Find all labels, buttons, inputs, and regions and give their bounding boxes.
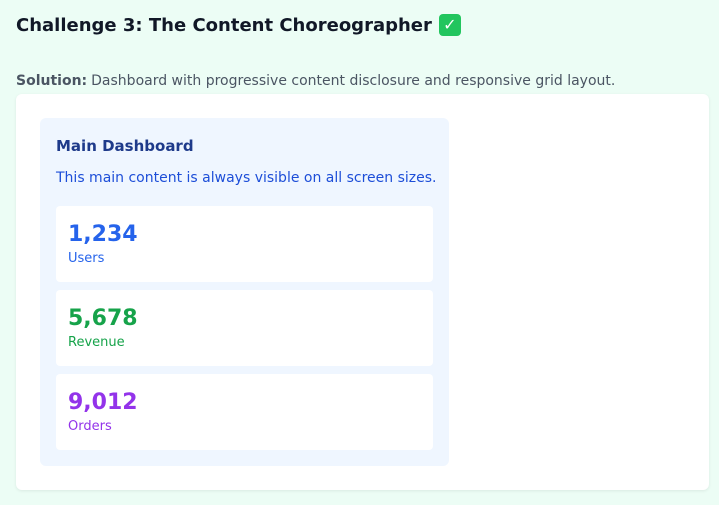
check-mark-icon: ✓ (438, 14, 461, 36)
solution-label: Solution: (16, 73, 88, 89)
solution-text: Dashboard with progressive content discl… (91, 73, 616, 89)
solution-description: Solution: Dashboard with progressive con… (16, 72, 615, 90)
dashboard-title: Main Dashboard (56, 137, 194, 155)
stat-label: Orders (68, 419, 112, 434)
stat-card-orders: 9,012 Orders (56, 374, 433, 450)
page: Challenge 3: The Content Choreographer ✓… (0, 0, 719, 505)
challenge-title: Challenge 3: The Content Choreographer ✓ (16, 10, 709, 40)
stat-value: 9,012 (68, 390, 138, 415)
stat-value: 1,234 (68, 222, 138, 247)
main-dashboard-panel: Main Dashboard This main content is alwa… (40, 118, 449, 466)
challenge-title-text: Challenge 3: The Content Choreographer (16, 14, 432, 36)
stat-value: 5,678 (68, 306, 138, 331)
stat-label: Revenue (68, 335, 125, 350)
stat-label: Users (68, 251, 105, 266)
stat-card-revenue: 5,678 Revenue (56, 290, 433, 366)
stat-card-users: 1,234 Users (56, 206, 433, 282)
content-card: Main Dashboard This main content is alwa… (16, 94, 709, 490)
dashboard-description: This main content is always visible on a… (56, 170, 437, 186)
